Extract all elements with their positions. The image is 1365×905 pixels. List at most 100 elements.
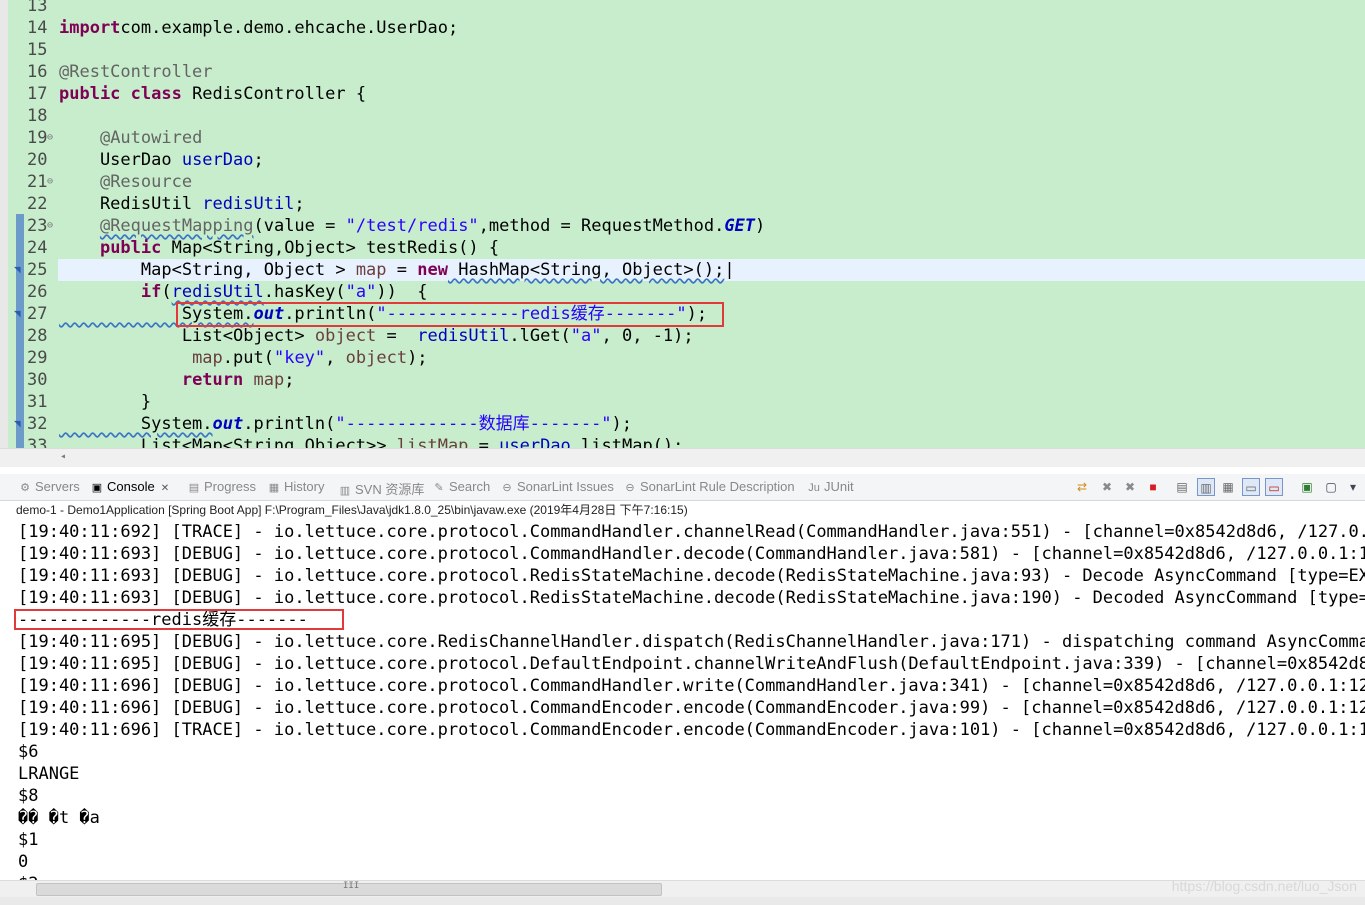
code-token: object (314, 326, 377, 346)
progress-icon: ▤ (188, 482, 200, 494)
search-icon: ✎ (434, 482, 444, 494)
view-menu-icon[interactable]: ▾ (1344, 478, 1362, 496)
tab-search[interactable]: ✎ Search (432, 479, 490, 494)
line-number: 25 (27, 260, 48, 280)
tab-servers[interactable]: ⚙ Servers (18, 479, 80, 494)
code-token: .listMap(); (570, 436, 684, 448)
code-token: return (181, 370, 244, 390)
remove-all-launches-icon[interactable]: ✖ (1121, 478, 1139, 496)
code-token: ( (161, 282, 172, 302)
pin-console-icon[interactable]: ▣ (1298, 478, 1316, 496)
code-token: import (59, 18, 121, 38)
scrollbar-thumb[interactable]: III (36, 881, 662, 896)
code-line[interactable]: 30 return map; (0, 369, 1365, 391)
fold-collapse-icon[interactable]: ⊖ (47, 171, 53, 193)
console-line: [19:40:11:696] [DEBUG] - io.lettuce.core… (18, 676, 1365, 696)
tab-sonarlint-issues[interactable]: ⊖ SonarLint Issues (500, 479, 613, 494)
code-token: if (140, 282, 162, 302)
tab-progress[interactable]: ▤ Progress (187, 479, 256, 494)
code-token: ); (611, 414, 633, 434)
code-line[interactable]: 14 importcom.example.demo.ehcache.UserDao… (0, 17, 1365, 39)
line-number: 27 (27, 304, 48, 324)
console-line: $6 (18, 742, 39, 762)
tab-label: Console (107, 479, 155, 494)
code-token: com.example.demo.ehcache.UserDao; (120, 18, 459, 38)
console-line: [19:40:11:693] [DEBUG] - io.lettuce.core… (18, 566, 1365, 586)
word-wrap-icon[interactable]: ▦ (1219, 478, 1237, 496)
code-line[interactable]: 31 } (0, 391, 1365, 413)
console-horizontal-scrollbar[interactable]: III (0, 880, 1365, 897)
code-line[interactable]: 20 UserDao userDao; (0, 149, 1365, 171)
code-line[interactable]: 22 RedisUtil redisUtil; (0, 193, 1365, 215)
code-line[interactable]: 13 (0, 0, 1365, 17)
tab-junit[interactable]: Ju JUnit (807, 479, 853, 494)
code-line[interactable]: 28 List<Object> object = redisUtil.lGet(… (0, 325, 1365, 347)
console-line: $1 (18, 830, 39, 850)
console-line: [19:40:11:693] [DEBUG] - io.lettuce.core… (18, 544, 1365, 564)
display-console-icon[interactable]: ▢ (1322, 478, 1340, 496)
code-line[interactable]: 21 ⊖ @Resource (0, 171, 1365, 193)
code-line[interactable]: 32 ◥ System.out.println("-------------数据库… (0, 413, 1365, 435)
code-token: (value = (253, 216, 346, 236)
code-line[interactable]: 25 ◥ Map<String, Object > map = new HashM… (0, 259, 1365, 281)
code-token: @Autowired (99, 128, 203, 148)
code-token: map (192, 348, 223, 368)
code-line[interactable]: 29 map.put("key", object); (0, 347, 1365, 369)
line-number: 24 (27, 238, 48, 258)
tab-svn[interactable]: ▥ SVN 资源库 (338, 479, 425, 498)
code-token: object (345, 348, 408, 368)
console-line: [19:40:11:693] [DEBUG] - io.lettuce.core… (18, 588, 1365, 608)
code-token: System. (59, 414, 213, 434)
code-token: , 0, -1); (601, 326, 694, 346)
code-token: HashMap<String, Object>(); (447, 260, 725, 280)
close-icon[interactable]: ✕ (161, 483, 169, 494)
code-text: UserDao userDao; (59, 149, 264, 171)
line-number: 22 (27, 194, 48, 214)
console-output[interactable]: [19:40:11:692] [TRACE] - io.lettuce.core… (0, 520, 1365, 880)
code-token: .println( (243, 414, 336, 434)
editor-horizontal-scrollbar[interactable]: ◂ (0, 448, 1365, 467)
show-on-stderr-icon[interactable]: ▭ (1265, 478, 1283, 496)
code-line[interactable]: 16 @RestController (0, 61, 1365, 83)
terminate-icon[interactable]: ■ (1144, 478, 1162, 496)
fold-collapse-icon[interactable]: ⊖ (47, 215, 53, 237)
code-token: "key" (273, 348, 326, 368)
line-number: 32 (27, 414, 48, 434)
code-line[interactable]: 26 if(redisUtil.hasKey("a")) { (0, 281, 1365, 303)
code-line[interactable]: 23 ⊖ @RequestMapping(value = "/test/redis… (0, 215, 1365, 237)
line-number: 13 (27, 0, 48, 16)
line-number: 20 (27, 150, 48, 170)
code-token: public (99, 238, 162, 258)
override-marker-icon: ◥ (14, 307, 21, 320)
code-token: userDao (181, 150, 254, 170)
text-cursor: | (724, 260, 735, 280)
code-line[interactable]: 24 public Map<String,Object> testRedis()… (0, 237, 1365, 259)
code-line[interactable]: 19 ⊖ @Autowired (0, 127, 1365, 149)
code-line[interactable]: 18 (0, 105, 1365, 127)
clear-console-icon[interactable]: ▤ (1173, 478, 1191, 496)
tab-sonarlint-rule-description[interactable]: ⊖ SonarLint Rule Description (623, 479, 794, 494)
code-token: ; (294, 194, 305, 214)
tab-console[interactable]: ▣ Console ✕ (90, 479, 169, 494)
code-text: @RequestMapping(value = "/test/redis",me… (59, 215, 765, 237)
code-line[interactable]: 17 public class RedisController { (0, 83, 1365, 105)
code-line[interactable]: 33 List<Map<String,Object>> listMap = us… (0, 435, 1365, 448)
line-number: 14 (27, 18, 48, 38)
scroll-lock-icon[interactable]: ▥ (1197, 478, 1215, 496)
fold-collapse-icon[interactable]: ⊖ (47, 127, 53, 149)
history-icon: ▦ (268, 482, 280, 494)
sonarlint-rule-icon: ⊖ (625, 482, 635, 494)
show-on-stdout-icon[interactable]: ▭ (1242, 478, 1260, 496)
console-line: $8 (18, 786, 39, 806)
code-editor[interactable]: 13 14 importcom.example.demo.ehcache.UserD… (0, 0, 1365, 448)
remove-launch-icon[interactable]: ✖ (1098, 478, 1116, 496)
console-icon: ▣ (91, 482, 103, 494)
servers-icon: ⚙ (20, 482, 30, 494)
scrollbar-grip: III (343, 881, 360, 891)
code-token: "a" (570, 326, 602, 346)
code-line[interactable]: 15 (0, 39, 1365, 61)
scroll-left-arrow-icon[interactable]: ◂ (60, 451, 66, 462)
line-number: 29 (27, 348, 48, 368)
sync-icon[interactable]: ⇄ (1073, 478, 1091, 496)
tab-history[interactable]: ▦ History (267, 479, 325, 494)
